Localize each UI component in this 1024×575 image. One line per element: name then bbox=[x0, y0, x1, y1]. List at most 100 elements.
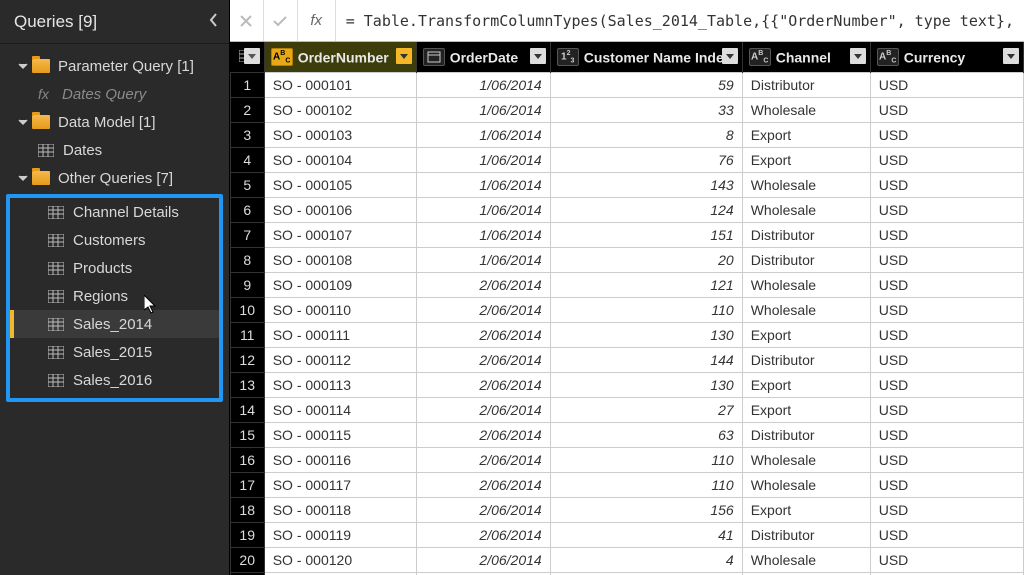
cell-ordernumber[interactable]: SO - 000108 bbox=[264, 247, 416, 272]
row-number[interactable]: 11 bbox=[230, 322, 264, 347]
query-item-sales_2014[interactable]: Sales_2014 bbox=[10, 310, 219, 338]
row-header-corner[interactable] bbox=[230, 42, 264, 72]
table-row[interactable]: 1SO - 0001011/06/201459DistributorUSD bbox=[230, 72, 1023, 97]
table-row[interactable]: 19SO - 0001192/06/201441DistributorUSD bbox=[230, 522, 1023, 547]
cell-channel[interactable]: Export bbox=[742, 122, 870, 147]
cell-ordernumber[interactable]: SO - 000112 bbox=[264, 347, 416, 372]
cell-ordernumber[interactable]: SO - 000102 bbox=[264, 97, 416, 122]
cell-currency[interactable]: USD bbox=[870, 347, 1023, 372]
cell-channel[interactable]: Wholesale bbox=[742, 297, 870, 322]
cell-customer-index[interactable]: 143 bbox=[550, 172, 742, 197]
query-item-dates[interactable]: Dates bbox=[0, 136, 229, 164]
cell-ordernumber[interactable]: SO - 000111 bbox=[264, 322, 416, 347]
row-number[interactable]: 19 bbox=[230, 522, 264, 547]
cell-channel[interactable]: Export bbox=[742, 497, 870, 522]
folder-data-model-1-[interactable]: Data Model [1] bbox=[0, 108, 229, 136]
collapse-sidebar-icon[interactable] bbox=[209, 12, 219, 33]
cell-customer-index[interactable]: 121 bbox=[550, 272, 742, 297]
type-date-icon[interactable] bbox=[423, 48, 445, 66]
cell-channel[interactable]: Wholesale bbox=[742, 472, 870, 497]
column-header-orderdate[interactable]: OrderDate bbox=[416, 42, 550, 72]
row-number[interactable]: 14 bbox=[230, 397, 264, 422]
cell-ordernumber[interactable]: SO - 000118 bbox=[264, 497, 416, 522]
cell-customer-index[interactable]: 4 bbox=[550, 547, 742, 572]
cell-channel[interactable]: Distributor bbox=[742, 72, 870, 97]
cell-ordernumber[interactable]: SO - 000101 bbox=[264, 72, 416, 97]
cell-currency[interactable]: USD bbox=[870, 422, 1023, 447]
cell-ordernumber[interactable]: SO - 000107 bbox=[264, 222, 416, 247]
cell-currency[interactable]: USD bbox=[870, 447, 1023, 472]
table-row[interactable]: 18SO - 0001182/06/2014156ExportUSD bbox=[230, 497, 1023, 522]
cell-currency[interactable]: USD bbox=[870, 547, 1023, 572]
cell-channel[interactable]: Wholesale bbox=[742, 447, 870, 472]
cell-channel[interactable]: Distributor bbox=[742, 247, 870, 272]
cell-customer-index[interactable]: 41 bbox=[550, 522, 742, 547]
cell-orderdate[interactable]: 2/06/2014 bbox=[416, 422, 550, 447]
table-row[interactable]: 11SO - 0001112/06/2014130ExportUSD bbox=[230, 322, 1023, 347]
row-number[interactable]: 18 bbox=[230, 497, 264, 522]
cell-channel[interactable]: Distributor bbox=[742, 422, 870, 447]
cell-orderdate[interactable]: 1/06/2014 bbox=[416, 147, 550, 172]
table-row[interactable]: 14SO - 0001142/06/201427ExportUSD bbox=[230, 397, 1023, 422]
cell-currency[interactable]: USD bbox=[870, 522, 1023, 547]
table-row[interactable]: 7SO - 0001071/06/2014151DistributorUSD bbox=[230, 222, 1023, 247]
cell-customer-index[interactable]: 63 bbox=[550, 422, 742, 447]
cell-orderdate[interactable]: 1/06/2014 bbox=[416, 222, 550, 247]
cell-currency[interactable]: USD bbox=[870, 72, 1023, 97]
row-number[interactable]: 7 bbox=[230, 222, 264, 247]
cell-orderdate[interactable]: 1/06/2014 bbox=[416, 72, 550, 97]
table-row[interactable]: 13SO - 0001132/06/2014130ExportUSD bbox=[230, 372, 1023, 397]
table-row[interactable]: 8SO - 0001081/06/201420DistributorUSD bbox=[230, 247, 1023, 272]
cell-customer-index[interactable]: 76 bbox=[550, 147, 742, 172]
cell-ordernumber[interactable]: SO - 000109 bbox=[264, 272, 416, 297]
dropdown-icon[interactable] bbox=[244, 48, 260, 64]
cell-orderdate[interactable]: 2/06/2014 bbox=[416, 397, 550, 422]
cell-channel[interactable]: Export bbox=[742, 322, 870, 347]
cell-channel[interactable]: Wholesale bbox=[742, 547, 870, 572]
table-row[interactable]: 16SO - 0001162/06/2014110WholesaleUSD bbox=[230, 447, 1023, 472]
column-header-ordernumber[interactable]: ABCOrderNumber bbox=[264, 42, 416, 72]
table-row[interactable]: 3SO - 0001031/06/20148ExportUSD bbox=[230, 122, 1023, 147]
table-row[interactable]: 15SO - 0001152/06/201463DistributorUSD bbox=[230, 422, 1023, 447]
table-row[interactable]: 20SO - 0001202/06/20144WholesaleUSD bbox=[230, 547, 1023, 572]
cell-channel[interactable]: Export bbox=[742, 372, 870, 397]
row-number[interactable]: 13 bbox=[230, 372, 264, 397]
table-row[interactable]: 2SO - 0001021/06/201433WholesaleUSD bbox=[230, 97, 1023, 122]
cell-channel[interactable]: Distributor bbox=[742, 222, 870, 247]
type-abc-icon[interactable]: ABC bbox=[749, 48, 771, 66]
cell-orderdate[interactable]: 1/06/2014 bbox=[416, 247, 550, 272]
cell-customer-index[interactable]: 27 bbox=[550, 397, 742, 422]
cell-customer-index[interactable]: 110 bbox=[550, 447, 742, 472]
cell-ordernumber[interactable]: SO - 000119 bbox=[264, 522, 416, 547]
row-number[interactable]: 15 bbox=[230, 422, 264, 447]
query-item-sales_2015[interactable]: Sales_2015 bbox=[10, 338, 219, 366]
query-item-sales_2016[interactable]: Sales_2016 bbox=[10, 366, 219, 394]
cell-channel[interactable]: Wholesale bbox=[742, 272, 870, 297]
cell-currency[interactable]: USD bbox=[870, 497, 1023, 522]
cell-orderdate[interactable]: 2/06/2014 bbox=[416, 547, 550, 572]
column-filter-icon[interactable] bbox=[530, 48, 546, 64]
column-filter-icon[interactable] bbox=[1003, 48, 1019, 64]
fx-icon[interactable]: fx bbox=[298, 0, 336, 41]
cell-customer-index[interactable]: 33 bbox=[550, 97, 742, 122]
cell-currency[interactable]: USD bbox=[870, 172, 1023, 197]
cell-ordernumber[interactable]: SO - 000105 bbox=[264, 172, 416, 197]
cell-channel[interactable]: Distributor bbox=[742, 522, 870, 547]
cell-currency[interactable]: USD bbox=[870, 147, 1023, 172]
cell-orderdate[interactable]: 2/06/2014 bbox=[416, 272, 550, 297]
cell-channel[interactable]: Wholesale bbox=[742, 172, 870, 197]
row-number[interactable]: 10 bbox=[230, 297, 264, 322]
folder-parameter-query-1-[interactable]: Parameter Query [1] bbox=[0, 52, 229, 80]
cancel-formula-button[interactable] bbox=[230, 0, 264, 41]
cell-orderdate[interactable]: 2/06/2014 bbox=[416, 447, 550, 472]
cell-currency[interactable]: USD bbox=[870, 197, 1023, 222]
row-number[interactable]: 3 bbox=[230, 122, 264, 147]
type-abc-icon[interactable]: ABC bbox=[877, 48, 899, 66]
table-row[interactable]: 9SO - 0001092/06/2014121WholesaleUSD bbox=[230, 272, 1023, 297]
table-row[interactable]: 5SO - 0001051/06/2014143WholesaleUSD bbox=[230, 172, 1023, 197]
cell-ordernumber[interactable]: SO - 000104 bbox=[264, 147, 416, 172]
table-row[interactable]: 6SO - 0001061/06/2014124WholesaleUSD bbox=[230, 197, 1023, 222]
cell-orderdate[interactable]: 2/06/2014 bbox=[416, 522, 550, 547]
cell-orderdate[interactable]: 2/06/2014 bbox=[416, 322, 550, 347]
cell-ordernumber[interactable]: SO - 000114 bbox=[264, 397, 416, 422]
